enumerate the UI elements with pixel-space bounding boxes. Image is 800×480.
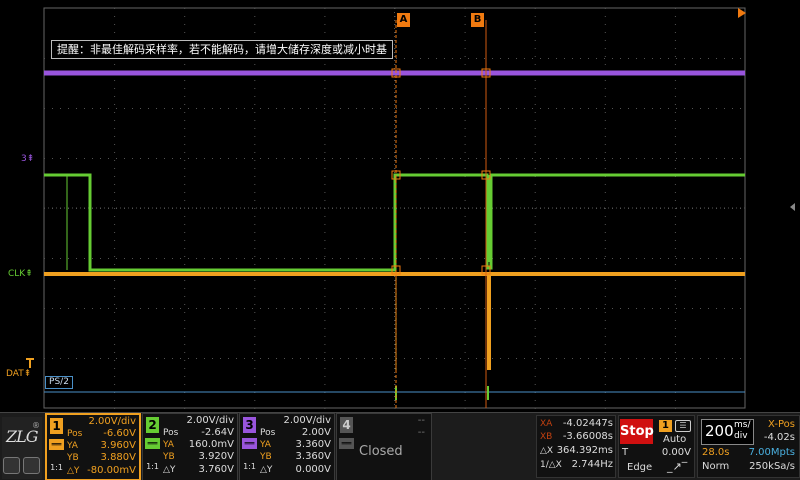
bus-label[interactable]: PS/2 xyxy=(45,376,73,389)
acquire-mode: Norm xyxy=(702,461,730,472)
ch3-level-label[interactable]: 3⇞ xyxy=(21,154,34,164)
trigger-mode: Auto xyxy=(663,434,687,445)
channel-4-number: 4 xyxy=(340,417,353,433)
screenshot-icon[interactable] xyxy=(23,457,40,474)
x-position: -4.02s xyxy=(763,432,795,443)
decode-warning: 提醒：非最佳解码采样率，若不能解码，请增大储存深度或减小时基 xyxy=(51,40,393,59)
channel-1-number: 1 xyxy=(50,418,63,434)
trigger-menu-icon: ☰ xyxy=(675,420,691,432)
timebase-panel[interactable]: 200 ms/ div X-Pos -4.02s 28.0s 7.00Mpts … xyxy=(697,415,800,478)
waveform-area[interactable]: A B 提醒：非最佳解码采样率，若不能解码，请增大储存深度或减小时基 3⇞ CL… xyxy=(0,0,800,412)
ch2-waveform xyxy=(44,173,745,272)
home-icon[interactable] xyxy=(3,457,20,474)
channel-2-number: 2 xyxy=(146,417,159,433)
cursor-measurements[interactable]: XA -4.02447s XB -3.66008s △X 364.392ms 1… xyxy=(536,415,616,478)
channel-1-box[interactable]: 1 2.00V/div Pos -6.60V ══ YA 3.960V YB 3… xyxy=(45,413,141,480)
timebase-value: 200 xyxy=(705,422,734,440)
sample-rate: 250kSa/s xyxy=(749,461,795,472)
dc-coupling-icon: ══ xyxy=(49,439,64,450)
channel-3-box[interactable]: 3 2.00V/div Pos 2.00V ══ YA 3.360V YB 3.… xyxy=(239,413,335,480)
trigger-position-marker xyxy=(738,8,746,18)
trigger-level: 0.00V xyxy=(661,447,691,458)
rising-edge-icon: _↗‾ xyxy=(667,460,688,473)
dat-level-label[interactable]: DAT⇞ xyxy=(6,369,31,379)
oscilloscope-screen: { "hint": "提醒：非最佳解码采样率，若不能解码，请增大储存深度或减小时… xyxy=(0,0,800,480)
channel-2-box[interactable]: 2 2.00V/div Pos -2.64V ══ YA 160.0mV YB … xyxy=(142,413,238,480)
channel-4-box[interactable]: 4 -- -- ══ Closed xyxy=(336,413,432,480)
cursor-a-tag[interactable]: A xyxy=(397,13,410,27)
run-stop-button[interactable]: Stop xyxy=(620,419,654,444)
memory-depth: 7.00Mpts xyxy=(748,447,795,458)
waveform-graticule xyxy=(26,7,746,409)
trigger-type: Edge xyxy=(627,462,653,473)
trigger-source-badge: 1 xyxy=(659,420,672,432)
dc-coupling-icon: ══ xyxy=(145,438,160,449)
dc-coupling-icon: ══ xyxy=(242,438,257,449)
channel-3-number: 3 xyxy=(243,417,256,433)
clk-level-label[interactable]: CLK⇞ xyxy=(8,269,33,279)
side-panel-arrow-icon[interactable] xyxy=(790,203,795,211)
cursor-b-tag[interactable]: B xyxy=(471,13,484,27)
channel-4-status: Closed xyxy=(359,444,403,459)
trigger-panel[interactable]: Stop 1 ☰ Auto T 0.00V Edge _↗‾ xyxy=(618,415,695,478)
logo: ZLG ® xyxy=(2,417,42,479)
